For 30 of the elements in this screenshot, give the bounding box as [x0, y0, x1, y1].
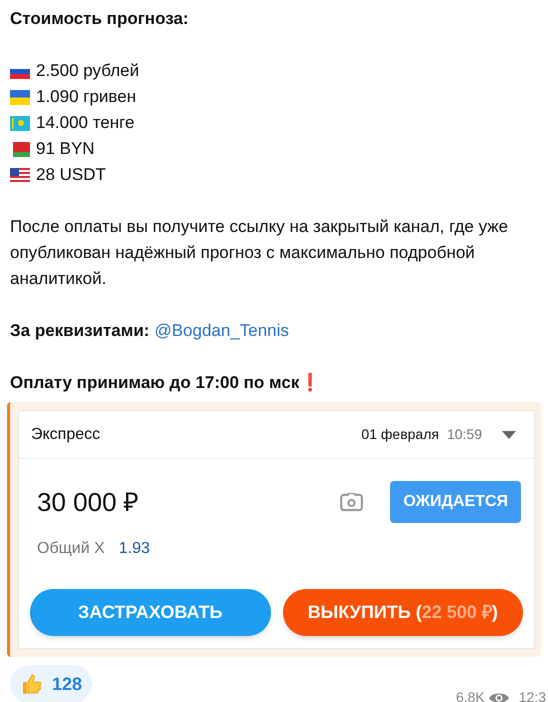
- buyout-button[interactable]: ВЫКУПИТЬ (22 500 ₽): [282, 589, 523, 636]
- flag-icon: [10, 142, 30, 156]
- username-link[interactable]: @Bogdan_Tennis: [154, 318, 289, 344]
- bet-amount: 30 000 ₽: [37, 486, 139, 518]
- bet-type: Экспресс: [31, 424, 100, 444]
- heading: Стоимость прогноза:: [10, 8, 190, 30]
- paragraph: После оплаты вы получите ссылку на закрытый канал, где уже опубликован надёжный прогноз с максимально подробной аналитикой.: [10, 216, 510, 290]
- camera-icon[interactable]: [340, 492, 364, 512]
- price-text: 91 BYN: [36, 138, 95, 160]
- thumbs-up-icon: [20, 672, 44, 696]
- dropdown-caret-icon[interactable]: [502, 430, 516, 438]
- flag-icon: [10, 90, 30, 104]
- odds-label: Общий Х: [37, 539, 105, 559]
- reaction-chip[interactable]: 128: [10, 665, 92, 702]
- post-time: 12:3: [518, 688, 546, 702]
- bet-time: 10:59: [446, 425, 482, 444]
- price-text: 2.500 рублей: [36, 60, 140, 82]
- flag-icon: [10, 168, 30, 182]
- deadline-text: Оплату принимаю до 17:00 по мск❗: [10, 372, 322, 394]
- view-count: 6.8K: [456, 688, 485, 702]
- price-text: 28 USDT: [36, 164, 106, 186]
- requisites-label: За реквизитами:: [10, 320, 150, 342]
- bet-date: 01 февраля: [361, 425, 439, 444]
- price-text: 1.090 гривен: [36, 86, 136, 108]
- status-badge: ОЖИДАЕТСЯ: [390, 481, 521, 523]
- eye-icon: [488, 690, 509, 702]
- price-text: 14.000 тенге: [36, 112, 134, 134]
- insure-button[interactable]: ЗАСТРАХОВАТЬ: [30, 589, 270, 636]
- odds-value: 1.93: [118, 539, 150, 559]
- flag-icon: [10, 116, 30, 130]
